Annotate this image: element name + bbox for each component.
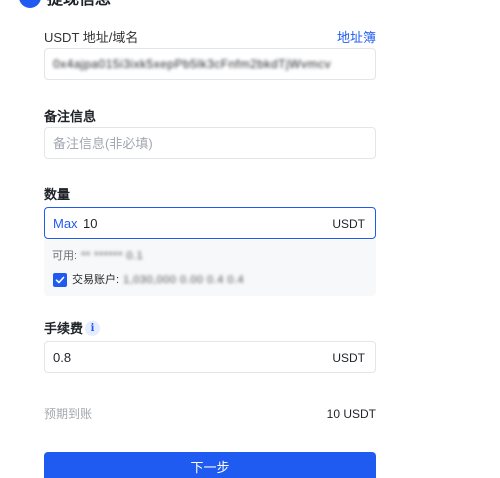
remark-input[interactable]: 备注信息(非必填)	[44, 127, 376, 159]
amount-unit: USDT	[332, 217, 365, 231]
step-header: 提现信息	[0, 0, 500, 12]
expected-value: 10 USDT	[326, 407, 376, 421]
fee-input: 0.8 USDT	[44, 341, 376, 373]
available-prefix: 可用:	[52, 250, 78, 262]
fee-unit: USDT	[332, 351, 365, 365]
fee-label: 手续费	[44, 321, 84, 336]
address-book-link[interactable]: 地址簿	[337, 30, 376, 46]
trading-account-text: 交易账户: 1,030,000 0.00 0.4 0.4	[72, 273, 244, 287]
available-panel: 可用: ** ****** 0.1 交易账户: 1,030,000 0.00 0.4…	[44, 240, 376, 296]
trading-account-value: 1,030,000 0.00 0.4 0.4	[123, 274, 245, 286]
info-icon[interactable]: i	[85, 321, 100, 336]
amount-label: 数量	[44, 187, 71, 202]
available-value: ** ****** 0.1	[81, 250, 144, 262]
expected-label: 预期到账	[44, 407, 93, 421]
available-text: 可用: ** ****** 0.1	[52, 249, 143, 263]
address-input[interactable]: 0x4ajpa015i3ixk5xepPb5lk3cFnfm2bkdTjWvmc…	[44, 48, 376, 80]
next-button[interactable]: 下一步	[44, 452, 376, 478]
step-title: 提现信息	[47, 0, 111, 9]
trading-account-checkbox[interactable]	[53, 273, 67, 287]
step-number-icon	[19, 0, 41, 8]
address-label: USDT 地址/域名	[44, 30, 139, 45]
fee-value: 0.8	[53, 350, 72, 365]
amount-input[interactable]: Max 10 USDT	[44, 207, 376, 239]
max-button[interactable]: Max	[53, 216, 78, 232]
remark-placeholder: 备注信息(非必填)	[53, 136, 153, 151]
checkmark-icon	[55, 276, 65, 284]
trading-account-label: 交易账户:	[72, 274, 120, 286]
amount-value: 10	[83, 216, 98, 231]
address-value: 0x4ajpa015i3ixk5xepPb5lk3cFnfm2bkdTjWvmc…	[53, 57, 331, 71]
remark-label: 备注信息	[44, 109, 97, 124]
